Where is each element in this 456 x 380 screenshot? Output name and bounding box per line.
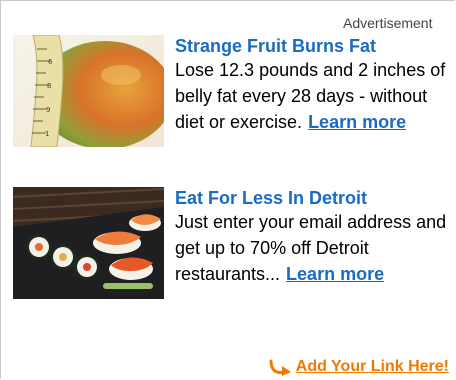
ad-title-link[interactable]: Eat For Less In Detroit [175, 187, 456, 209]
svg-text:1: 1 [45, 130, 49, 138]
ad-text-block: Eat For Less In Detroit Just enter your … [175, 187, 456, 287]
ad-item[interactable]: 6 8 9 1 Strange Fruit Burns Fat Lose 12.… [13, 35, 453, 159]
ad-text-block: Strange Fruit Burns Fat Lose 12.3 pounds… [175, 35, 456, 135]
ad-thumbnail-mango[interactable]: 6 8 9 1 [13, 35, 164, 147]
add-your-link-button[interactable]: Add Your Link Here! [269, 357, 449, 377]
ad-item[interactable]: Eat For Less In Detroit Just enter your … [13, 187, 453, 301]
advertisement-label: Advertisement [343, 15, 433, 31]
sushi-platter-image [13, 187, 164, 299]
learn-more-link[interactable]: Learn more [308, 112, 406, 132]
add-your-link-label[interactable]: Add Your Link Here! [296, 357, 449, 377]
svg-text:6: 6 [48, 58, 53, 66]
learn-more-link[interactable]: Learn more [286, 264, 384, 284]
mango-measuring-tape-image: 6 8 9 1 [13, 35, 164, 147]
svg-text:9: 9 [46, 106, 50, 114]
ad-container: Advertisement 6 8 9 1 Strange Fruit Burn… [0, 0, 455, 379]
svg-text:8: 8 [47, 82, 51, 90]
curved-arrow-icon [269, 359, 291, 376]
ad-title-link[interactable]: Strange Fruit Burns Fat [175, 35, 456, 57]
ad-thumbnail-sushi[interactable] [13, 187, 164, 299]
